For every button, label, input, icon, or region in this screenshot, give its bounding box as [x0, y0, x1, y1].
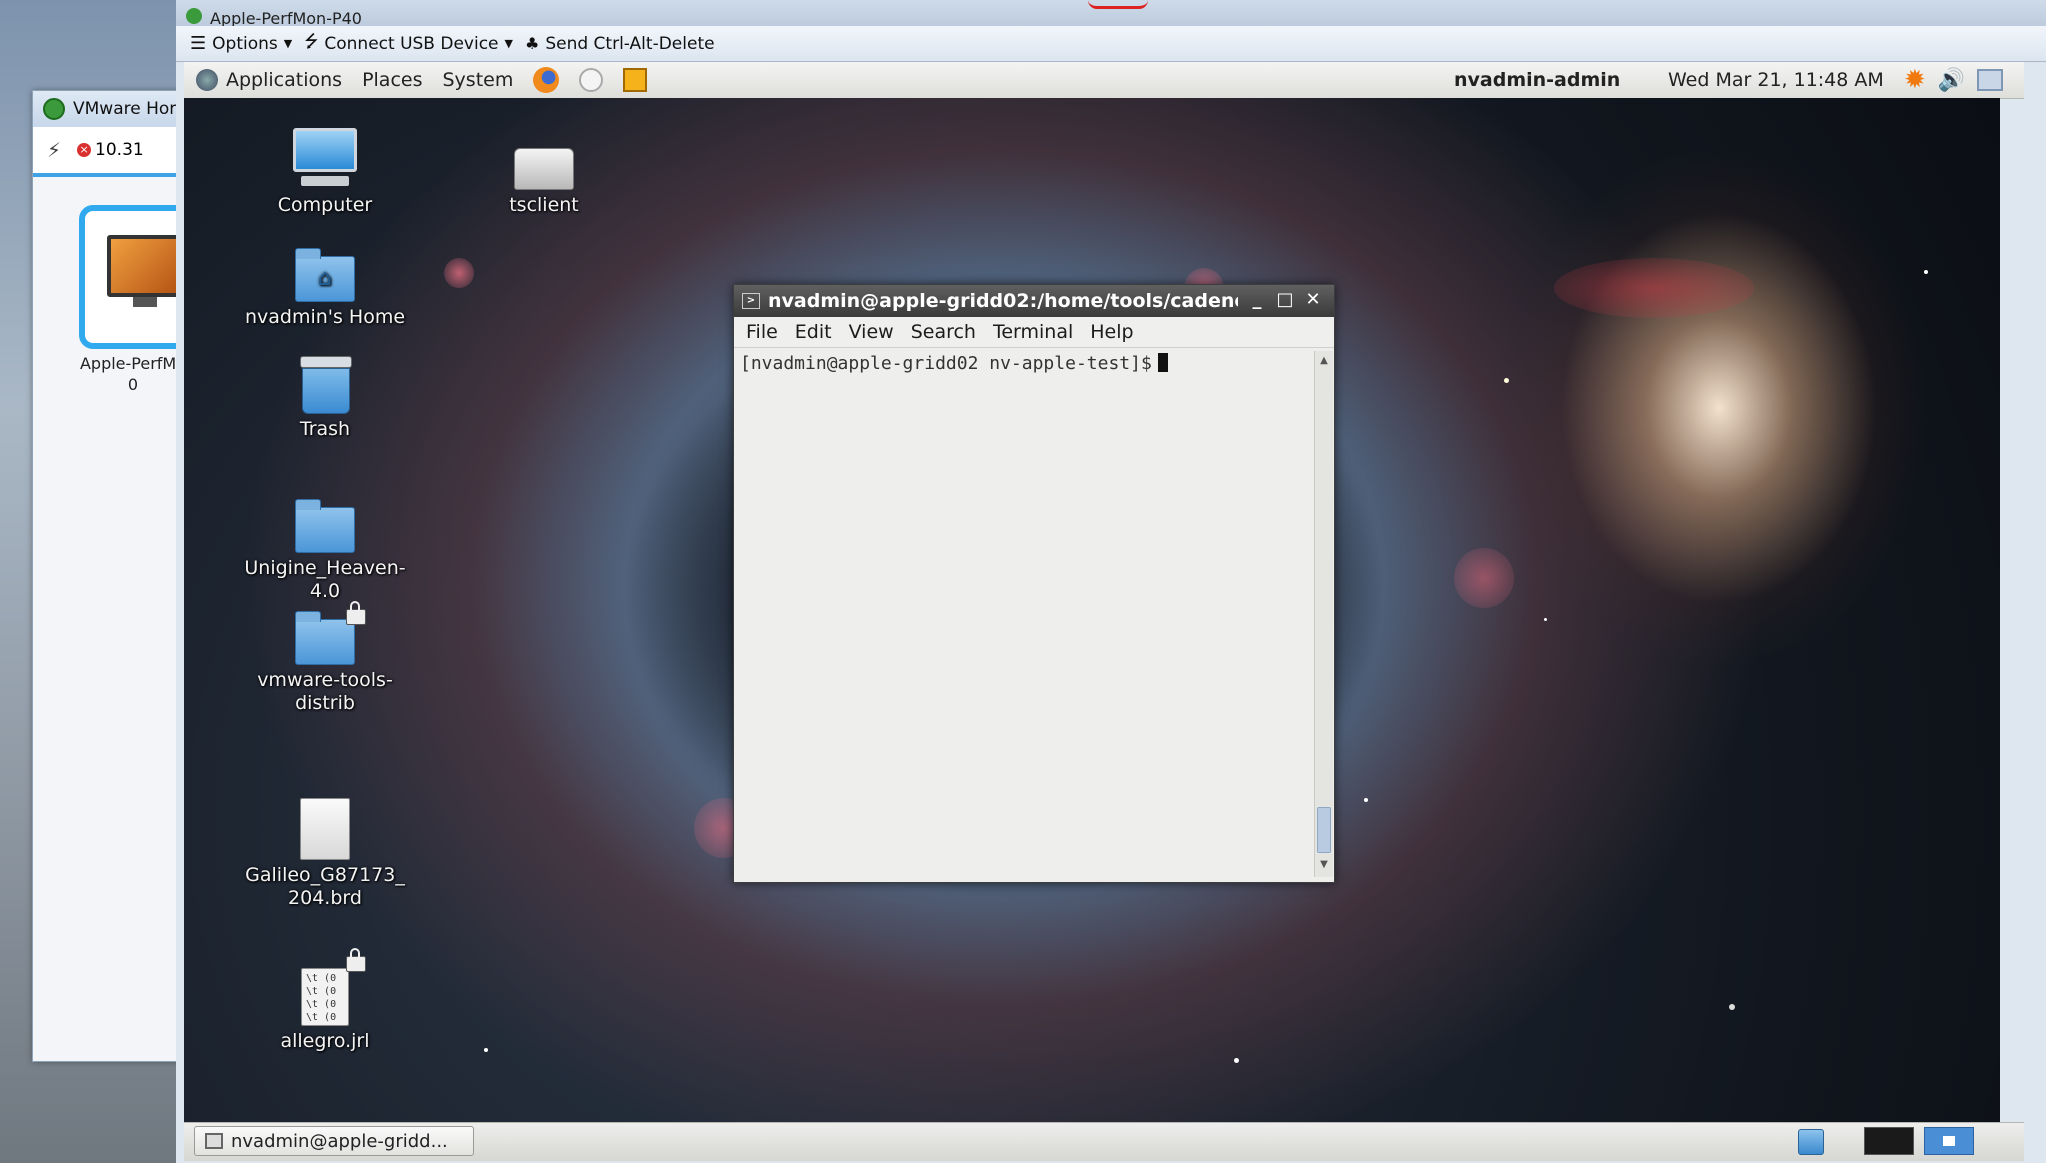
text-cursor	[1157, 353, 1168, 372]
vm-menubar: ☰ Options ▼ ⭍ Connect USB Device ▼ ♣ Sen…	[176, 26, 2046, 62]
network-launcher-icon[interactable]	[579, 68, 604, 92]
nebula-spot	[1454, 548, 1514, 608]
places-menu[interactable]: Places	[362, 69, 422, 91]
trash-icon	[240, 344, 410, 414]
monitor-stand-icon	[133, 297, 157, 307]
scroll-down-arrow-icon[interactable]: ▼	[1316, 857, 1332, 873]
applications-menu[interactable]: Applications	[196, 69, 342, 91]
galileo-file-desktop-icon[interactable]: Galileo_G87173_ 204.brd	[240, 790, 410, 910]
red-annotation-mark	[1088, 0, 1148, 9]
drive-icon	[459, 120, 629, 190]
terminal-icon: >	[742, 293, 760, 309]
terminal-scrollbar[interactable]: ▲ ▼	[1314, 351, 1333, 877]
horizon-toolbar: ⚡ × 10.31	[33, 127, 193, 177]
terminal-menubar: File Edit View Search Terminal Help	[734, 317, 1334, 348]
vm-title: Apple-PerfMon-P40	[210, 12, 362, 26]
star	[484, 1048, 488, 1052]
system-tray: ✹ 🔊	[1904, 62, 2004, 98]
home-folder-desktop-icon[interactable]: ⌂ nvadmin's Home	[240, 232, 410, 329]
workspace-switcher-1[interactable]	[1864, 1127, 1914, 1155]
update-notifier-icon[interactable]: ✹	[1904, 65, 1926, 95]
horizon-app-icon	[43, 98, 65, 120]
volume-icon[interactable]: 🔊	[1938, 68, 1965, 93]
taskbar-terminal-button[interactable]: nvadmin@apple-gridd...	[194, 1126, 474, 1156]
terminal-prompt: [nvadmin@apple-gridd02 nv-apple-test]$	[740, 353, 1152, 374]
firefox-launcher-icon[interactable]	[533, 67, 560, 93]
terminal-prompt-line: [nvadmin@apple-gridd02 nv-apple-test]$	[740, 353, 1168, 374]
menu-view[interactable]: View	[849, 321, 894, 343]
gnome-bottom-panel: nvadmin@apple-gridd...	[184, 1122, 2024, 1161]
close-icon[interactable]: ✕	[1302, 289, 1324, 311]
hamburger-icon: ☰	[190, 33, 207, 54]
unigine-folder-desktop-icon[interactable]: Unigine_Heaven-4.0	[240, 483, 410, 603]
horizon-client-window: VMware Horiz ⚡ × 10.31 Apple-PerfMo 0	[32, 90, 211, 1062]
star	[1924, 270, 1928, 274]
notes-launcher-icon[interactable]	[623, 68, 648, 92]
menu-file[interactable]: File	[746, 321, 778, 343]
computer-desktop-icon[interactable]: Computer	[240, 120, 410, 217]
nebula-spot	[1554, 258, 1754, 318]
folder-icon	[240, 595, 410, 665]
allegro-file-desktop-icon[interactable]: \t (0 \t (0 \t (0 \t (0 allegro.jrl	[240, 948, 410, 1053]
taskbar-terminal-label: nvadmin@apple-gridd...	[231, 1130, 448, 1152]
terminal-screen[interactable]: [nvadmin@apple-gridd02 nv-apple-test]$	[736, 351, 1312, 877]
server-label: 10.31	[95, 140, 144, 160]
star	[1544, 618, 1547, 621]
house-icon: ⌂	[318, 266, 332, 291]
chevron-down-icon: ▼	[283, 37, 293, 50]
server-status[interactable]: × 10.31	[77, 140, 144, 160]
text-file-icon: \t (0 \t (0 \t (0 \t (0	[240, 948, 410, 1026]
user-name[interactable]: nvadmin-admin	[1454, 62, 1620, 98]
gnome-foot-icon	[196, 69, 218, 91]
usb-icon: ⭍	[304, 32, 319, 52]
lock-icon	[346, 601, 366, 625]
workspace-switcher-2[interactable]	[1924, 1127, 1974, 1155]
terminal-icon	[205, 1133, 223, 1149]
star	[1504, 378, 1509, 383]
terminal-window: > nvadmin@apple-gridd02:/home/tools/cade…	[733, 284, 1335, 883]
horizon-title: VMware Horiz	[73, 99, 190, 119]
send-ctrl-alt-delete-button[interactable]: ♣ Send Ctrl-Alt-Delete	[525, 34, 715, 54]
terminal-titlebar[interactable]: > nvadmin@apple-gridd02:/home/tools/cade…	[734, 285, 1334, 317]
computer-icon	[240, 120, 410, 190]
network-status-icon[interactable]	[1977, 69, 2004, 91]
star	[1234, 1058, 1239, 1063]
menu-search[interactable]: Search	[911, 321, 976, 343]
lock-icon	[346, 948, 366, 972]
disconnect-plug-icon[interactable]: ⚡	[47, 138, 61, 162]
trash-desktop-icon[interactable]: Trash	[240, 344, 410, 441]
scroll-up-arrow-icon[interactable]: ▲	[1316, 353, 1332, 369]
server-error-icon: ×	[77, 143, 92, 157]
star	[1364, 798, 1368, 802]
terminal-title: nvadmin@apple-gridd02:/home/tools/cadenc…	[768, 290, 1238, 312]
tsclient-desktop-icon[interactable]: tsclient	[459, 120, 629, 217]
network-icon: ♣	[524, 34, 540, 53]
nebula-spot	[444, 258, 474, 288]
home-folder-icon: ⌂	[240, 232, 410, 302]
menu-help[interactable]: Help	[1090, 321, 1133, 343]
scrollbar-thumb[interactable]	[1317, 807, 1331, 853]
menu-terminal[interactable]: Terminal	[993, 321, 1073, 343]
document-icon	[240, 790, 410, 860]
horizon-titlebar[interactable]: VMware Horiz	[33, 91, 193, 127]
trash-applet-icon[interactable]	[1798, 1129, 1824, 1155]
clock[interactable]: Wed Mar 21, 11:48 AM	[1668, 62, 1884, 98]
star	[1729, 1004, 1735, 1010]
chevron-down-icon: ▼	[504, 37, 513, 50]
menu-edit[interactable]: Edit	[795, 321, 832, 343]
connect-usb-menu[interactable]: ⭍ Connect USB Device ▼	[304, 29, 513, 58]
desktop-pool-label: Apple-PerfMo 0	[79, 354, 187, 394]
gnome-top-panel: Applications Places System nvadmin-admin…	[184, 62, 2024, 99]
desktop[interactable]: Computer tsclient ⌂ nvadmin's Home Trash…	[184, 98, 2000, 1122]
folder-icon	[240, 483, 410, 553]
vmware-tools-folder-desktop-icon[interactable]: vmware-tools- distrib	[240, 595, 410, 715]
vm-app-icon	[186, 8, 202, 24]
system-menu[interactable]: System	[442, 69, 513, 91]
vm-console-window: Apple-PerfMon-P40 ☰ Options ▼ ⭍ Connect …	[176, 0, 2046, 1163]
options-menu[interactable]: ☰ Options ▼	[190, 33, 292, 54]
minimize-icon[interactable]: _	[1246, 289, 1268, 311]
maximize-icon[interactable]: □	[1274, 289, 1296, 311]
